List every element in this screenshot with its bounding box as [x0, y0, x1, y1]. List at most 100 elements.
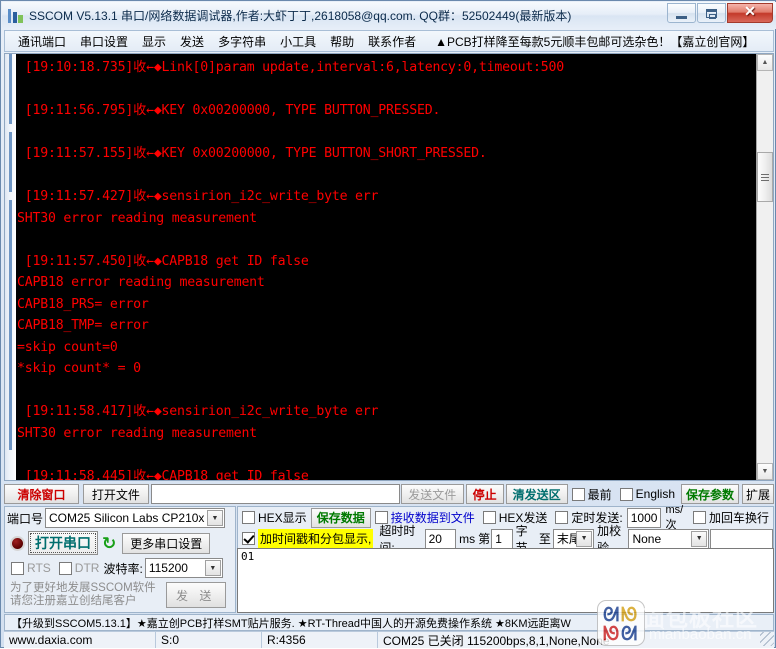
baud-label: 波特率:	[103, 561, 143, 576]
menu-item-serial-settings[interactable]: 串口设置	[73, 31, 135, 52]
menu-item-send[interactable]: 发送	[173, 31, 211, 52]
port-select-value: COM25 Silicon Labs CP210x	[49, 511, 205, 525]
resize-grip-icon[interactable]	[760, 632, 774, 646]
to-label: 至	[538, 532, 551, 546]
scroll-up-icon[interactable]: ▲	[757, 54, 773, 71]
receive-terminal[interactable]: [19:10:18.735]收←◆Link[0]param update,int…	[4, 53, 774, 481]
menu-item-help[interactable]: 帮助	[323, 31, 361, 52]
menu-item-comm-port[interactable]: 通讯端口	[11, 31, 73, 52]
file-path-input[interactable]	[150, 484, 400, 504]
send-textarea[interactable]: 01	[237, 548, 774, 613]
crlf-checkbox-box[interactable]	[692, 511, 706, 524]
title-bar: SSCOM V5.13.1 串口/网络数据调试器,作者:大虾丁丁,2618058…	[2, 2, 776, 29]
register-note-line1: 为了更好地发展SSCOM软件	[10, 582, 156, 594]
timestamp-checkbox[interactable]: 加时间戳和分包显示,	[242, 529, 374, 548]
scrollbar-thumb[interactable]	[757, 152, 773, 202]
clear-window-button[interactable]: 清除窗口	[4, 484, 79, 504]
port-settings-panel: 端口号 COM25 Silicon Labs CP210x ▼ 打开串口 ↻ 更…	[4, 506, 236, 613]
more-serial-settings-button[interactable]: 更多串口设置	[122, 532, 211, 554]
ms-label: ms	[459, 531, 476, 546]
status-sent-count: S:0	[156, 632, 262, 648]
english-label: English	[635, 487, 675, 501]
menu-item-tools[interactable]: 小工具	[273, 31, 323, 52]
crlf-checkbox[interactable]: 加回车换行	[692, 509, 769, 526]
app-window: SSCOM V5.13.1 串口/网络数据调试器,作者:大虾丁丁,2618058…	[0, 0, 776, 648]
flowcontrol-row: RTS DTR 波特率: 115200 ▼	[5, 557, 235, 579]
maximize-button[interactable]	[697, 3, 726, 23]
byte-from-label: 第	[478, 532, 491, 546]
topmost-label: 最前	[587, 487, 612, 502]
close-button[interactable]: ✕	[727, 3, 773, 23]
open-file-button[interactable]: 打开文件	[82, 484, 149, 504]
status-website[interactable]: www.daxia.com	[4, 632, 156, 648]
recv-to-file-checkbox-box[interactable]	[374, 511, 388, 524]
promo-bar[interactable]: 【升级到SSCOM5.13.1】★嘉立创PCB打样SMT贴片服务. ★RT-Th…	[4, 614, 774, 631]
rts-checkbox-box[interactable]	[11, 561, 24, 575]
menu-item-display[interactable]: 显示	[135, 31, 173, 52]
dtr-label: DTR	[74, 561, 100, 575]
terminal-scrollbar[interactable]: ▲ ▼	[756, 54, 773, 480]
close-icon: ✕	[744, 5, 756, 20]
minimize-button[interactable]	[667, 3, 696, 23]
window-controls: ✕	[666, 3, 773, 23]
chevron-down-icon[interactable]: ▼	[204, 560, 221, 576]
rts-checkbox[interactable]: RTS	[11, 561, 51, 575]
open-port-row: 打开串口 ↻ 更多串口设置	[5, 529, 235, 557]
timeout-input[interactable]: 20	[424, 528, 457, 549]
menu-item-multi-string[interactable]: 多字符串	[211, 31, 273, 52]
clear-send-button[interactable]: 清发送区	[505, 484, 568, 504]
file-toolbar: 清除窗口 打开文件 发送文件 停止 清发送区 最前 English 保存参数 扩…	[4, 483, 774, 505]
hex-display-checkbox-box[interactable]	[242, 511, 255, 524]
scroll-down-icon[interactable]: ▼	[757, 463, 773, 480]
port-status-led-icon	[10, 535, 25, 551]
chevron-down-icon[interactable]: ▼	[207, 510, 224, 526]
send-file-button[interactable]: 发送文件	[400, 484, 464, 504]
checksum-select-value: None	[632, 531, 662, 546]
menu-item-contact-author[interactable]: 联系作者	[361, 31, 423, 52]
english-checkbox-box[interactable]	[619, 487, 633, 501]
port-row: 端口号 COM25 Silicon Labs CP210x ▼	[5, 507, 235, 529]
dtr-checkbox[interactable]: DTR	[58, 561, 100, 575]
chevron-down-icon[interactable]: ▼	[691, 530, 708, 547]
ms-per-label: ms/次	[665, 503, 684, 531]
options-row-1: HEX显示 保存数据 接收数据到文件 HEX发送 定时发送: 1000 ms/次…	[238, 504, 773, 531]
checksum-extra-input[interactable]	[710, 528, 773, 549]
byte-from-input[interactable]: 1	[491, 528, 513, 549]
timed-send-input[interactable]: 1000	[626, 507, 662, 528]
timestamp-label: 加时间戳和分包显示,	[258, 529, 374, 548]
open-port-button[interactable]: 打开串口	[28, 531, 98, 555]
english-checkbox[interactable]: English	[619, 487, 675, 501]
refresh-icon[interactable]: ↻	[102, 535, 116, 552]
minimize-icon	[676, 13, 687, 19]
baud-select-value: 115200	[148, 561, 188, 575]
crlf-label: 加回车换行	[708, 511, 769, 525]
hex-display-label: HEX显示	[258, 511, 307, 525]
dtr-checkbox-box[interactable]	[58, 561, 72, 575]
maximize-icon	[706, 8, 717, 19]
extend-button[interactable]: 扩展	[742, 484, 774, 504]
rts-label: RTS	[27, 561, 51, 575]
timed-send-checkbox-box[interactable]	[555, 511, 569, 524]
chevron-down-icon[interactable]: ▼	[576, 530, 593, 547]
sscom-logo-icon	[7, 7, 25, 25]
status-received-count: R:4356	[262, 632, 378, 648]
window-title: SSCOM V5.13.1 串口/网络数据调试器,作者:大虾丁丁,2618058…	[29, 9, 572, 23]
to-select[interactable]: 末尾 ▼	[552, 528, 595, 549]
stop-button[interactable]: 停止	[465, 484, 504, 504]
topmost-checkbox[interactable]: 最前	[571, 486, 612, 503]
save-params-button[interactable]: 保存参数	[681, 484, 739, 504]
hex-send-checkbox-box[interactable]	[482, 511, 496, 524]
hex-display-checkbox[interactable]: HEX显示	[242, 509, 307, 526]
port-select[interactable]: COM25 Silicon Labs CP210x ▼	[45, 508, 226, 528]
baud-select[interactable]: 115200 ▼	[144, 558, 223, 578]
timestamp-checkbox-box[interactable]	[242, 532, 255, 545]
menu-item-promo-link[interactable]: ▲PCB打样降至每款5元顺丰包邮可选杂色！【嘉立创官网】	[423, 31, 761, 52]
status-bar: www.daxia.com S:0 R:4356 COM25 已关闭 11520…	[4, 631, 774, 648]
topmost-checkbox-box[interactable]	[571, 487, 585, 501]
checksum-select[interactable]: None ▼	[628, 528, 710, 549]
save-data-button[interactable]: 保存数据	[310, 507, 371, 528]
send-button[interactable]: 发 送	[165, 582, 226, 608]
status-connection-info: COM25 已关闭 115200bps,8,1,None,None	[383, 633, 610, 648]
register-note-row: 为了更好地发展SSCOM软件 请您注册嘉立创结尾客户 发 送	[5, 579, 235, 614]
menu-bar: 通讯端口 串口设置 显示 发送 多字符串 小工具 帮助 联系作者 ▲PCB打样降…	[4, 30, 774, 52]
